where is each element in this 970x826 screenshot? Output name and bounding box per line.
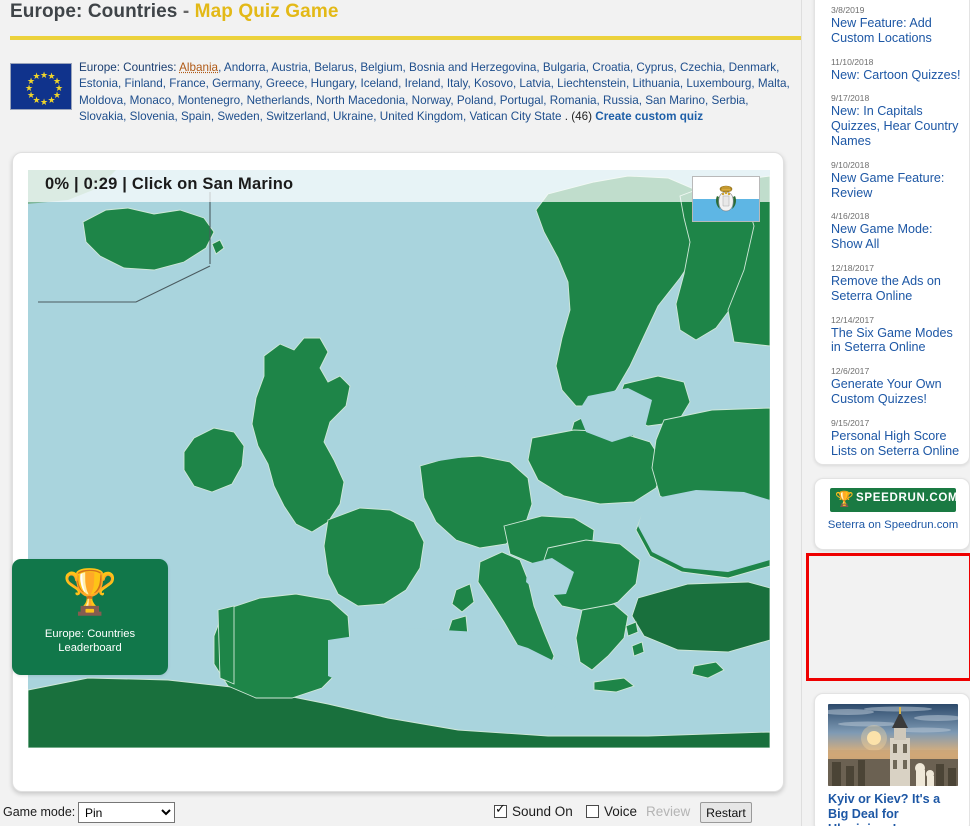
speedrun-card[interactable]: 🏆 SPEEDRUN.COM Seterra on Speedrun.com [814, 478, 970, 550]
news-item-date: 12/18/2017 [831, 262, 875, 273]
kyiv-photo-svg [828, 704, 958, 786]
trophy-icon: 🏆 [62, 568, 118, 617]
page-title-separator: - [182, 1, 190, 22]
san-marino-flag-icon [692, 176, 760, 222]
voice-checkbox-box[interactable] [586, 805, 599, 818]
news-item-date: 9/15/2017 [831, 417, 870, 428]
kyiv-skyline-photo [828, 704, 958, 786]
leaderboard-caption: Europe: Countries Leaderboard [12, 628, 168, 655]
news-item-title-link[interactable]: The Six Game Modes in Seterra Online [831, 326, 961, 356]
game-mode-select[interactable]: Pin [78, 802, 175, 823]
leaderboard-caption-line2: Leaderboard [58, 641, 122, 654]
news-item[interactable]: 12/18/2017 Remove the Ads on Seterra Onli… [831, 263, 961, 304]
european-union-flag-icon: ★ ★ ★ ★ ★ ★ ★ ★ ★ ★ ★ ★ [10, 63, 72, 110]
news-item-title-link[interactable]: Generate Your Own Custom Quizzes! [831, 377, 961, 407]
quiz-terminator: . [561, 109, 568, 123]
quiz-intro-lead: Europe: Countries: [79, 61, 177, 74]
quiz-country-count: (46) [571, 109, 593, 123]
page-title: Europe: Countries - Map Quiz Game [10, 1, 338, 23]
eu-flag-star: ★ [32, 71, 41, 82]
game-panel: 0% | 0:29 | Click on San Marino [12, 152, 784, 792]
restart-button[interactable]: Restart [700, 802, 752, 823]
news-item-title-link[interactable]: New: Cartoon Quizzes! [831, 68, 961, 83]
news-card: 3/8/2019 New Feature: Add Custom Location… [814, 0, 970, 465]
eu-flag-star: ★ [25, 83, 34, 93]
news-item-title-link[interactable]: New Game Feature: Review [831, 171, 961, 201]
eu-flag-star: ★ [40, 69, 49, 80]
speedrun-logo-text: SPEEDRUN.COM [856, 492, 959, 504]
voice-label: Voice [604, 804, 638, 819]
news-item-date: 4/16/2018 [831, 211, 870, 222]
leaderboard-card[interactable]: 🏆 Europe: Countries Leaderboard [12, 559, 168, 675]
article-title-link[interactable]: Kyiv or Kiev? It's a Big Deal for Ukrain… [828, 792, 960, 826]
eu-flag-star: ★ [47, 94, 56, 105]
news-item-title-link[interactable]: New Game Mode: Show All [831, 222, 961, 252]
create-custom-quiz-link[interactable]: Create custom quiz [595, 110, 703, 123]
news-item-title-link[interactable]: Personal High Score Lists on Seterra Onl… [831, 429, 961, 459]
news-item-date: 9/17/2018 [831, 93, 870, 104]
san-marino-coat-of-arms [716, 185, 736, 212]
news-item[interactable]: 3/8/2019 New Feature: Add Custom Location… [831, 5, 961, 46]
news-item[interactable]: 12/6/2017 Generate Your Own Custom Quizze… [831, 366, 961, 407]
sound-checkbox-box[interactable] [494, 802, 507, 818]
sound-on-label: Sound On [512, 804, 573, 819]
country-link-albania[interactable]: Albania [179, 61, 218, 74]
news-item-title-link[interactable]: Remove the Ads on Seterra Online [831, 274, 961, 304]
news-item[interactable]: 9/17/2018 New: In Capitals Quizzes, Hear … [831, 93, 961, 148]
news-item-date: 12/6/2017 [831, 366, 870, 377]
right-sidebar: 3/8/2019 New Feature: Add Custom Location… [802, 0, 970, 826]
voice-checkbox[interactable]: Voice [586, 804, 637, 819]
speedrun-caption-link[interactable]: Seterra on Speedrun.com [815, 519, 970, 531]
speedrun-logo: 🏆 SPEEDRUN.COM [830, 488, 959, 512]
quiz-intro-block: ★ ★ ★ ★ ★ ★ ★ ★ ★ ★ ★ ★ Europe: Countries: Albania,… [5, 60, 795, 132]
news-item-date: 9/10/2018 [831, 159, 870, 170]
page-title-main: Europe: Countries [10, 1, 178, 22]
news-item[interactable]: 9/15/2017 Personal High Score Lists on Se… [831, 418, 961, 459]
review-button: Review [646, 804, 691, 819]
news-item-date: 3/8/2019 [831, 5, 865, 15]
news-item[interactable]: 4/16/2018 New Game Mode: Show All [831, 211, 961, 252]
eu-flag-star: ★ [40, 96, 49, 107]
leaderboard-caption-line1: Europe: Countries [44, 628, 136, 640]
sound-on-checkbox[interactable]: Sound On [494, 802, 573, 819]
news-list: 3/8/2019 New Feature: Add Custom Location… [831, 5, 961, 464]
trophy-icon: 🏆 [835, 491, 854, 508]
main-column: Europe: Countries - Map Quiz Game ★ ★ ★ ★ ★ ★… [0, 0, 970, 826]
game-status-bar: 0% | 0:29 | Click on San Marino [28, 170, 770, 202]
game-control-bar: Game mode: Pin Sound On Voice Review Res… [0, 800, 800, 826]
news-item[interactable]: 11/10/2018 New: Cartoon Quizzes! [831, 57, 961, 83]
news-item-title-link[interactable]: New: In Capitals Quizzes, Hear Country N… [831, 104, 961, 148]
news-item[interactable]: 12/14/2017 The Six Game Modes in Seterra … [831, 315, 961, 356]
seterra-map-quiz-page: Europe: Countries - Map Quiz Game ★ ★ ★ ★ ★ ★… [0, 0, 970, 826]
game-status-text: 0% | 0:29 | Click on San Marino [45, 175, 294, 193]
news-item[interactable]: 9/10/2018 New Game Feature: Review [831, 160, 961, 201]
game-mode-label: Game mode: [3, 805, 76, 819]
leaderboard-highlight-box [806, 553, 970, 681]
news-item-date: 11/10/2018 [831, 56, 874, 67]
article-card[interactable]: Kyiv or Kiev? It's a Big Deal for Ukrain… [814, 693, 970, 826]
news-item-title-link[interactable]: New Feature: Add Custom Locations [831, 16, 961, 46]
page-title-subtitle: Map Quiz Game [194, 1, 339, 22]
quiz-country-list: Europe: Countries: Albania, Andorra, Aus… [79, 60, 795, 125]
news-item-date: 12/14/2017 [831, 314, 875, 325]
